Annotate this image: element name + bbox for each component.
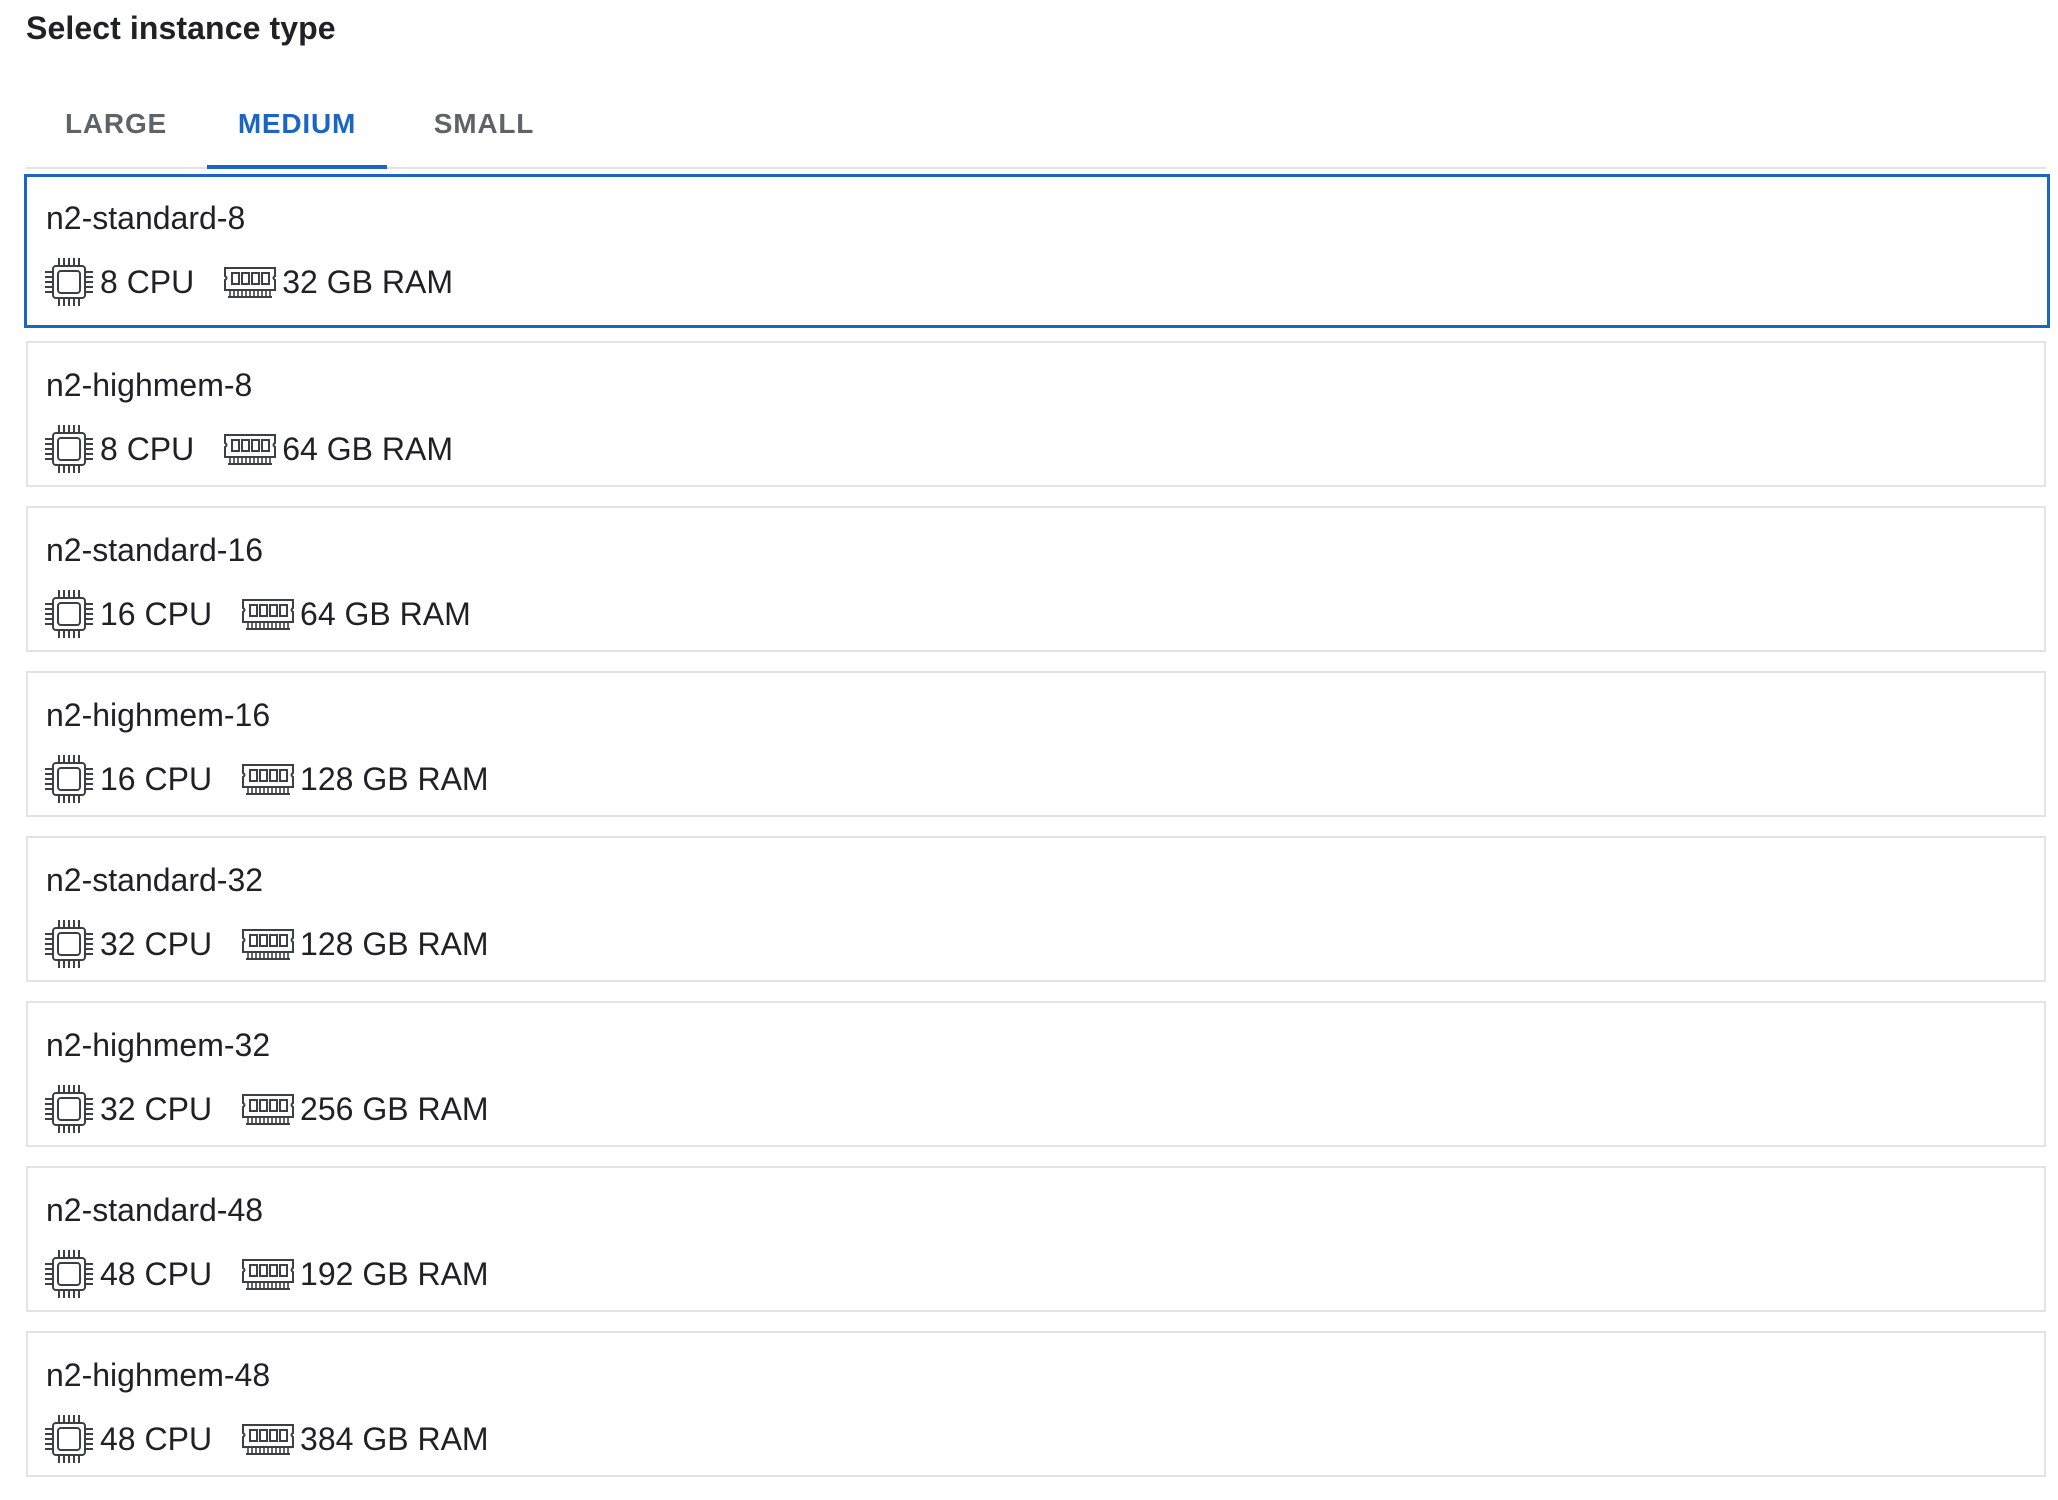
cpu-count: 48 CPU <box>100 1420 213 1457</box>
tab-small[interactable]: SMALL <box>399 80 569 167</box>
instance-specs: 48 CPU <box>44 1413 489 1465</box>
cpu-chip-icon <box>45 590 93 638</box>
memory-module-icon <box>242 1094 295 1125</box>
instance-name: n2-highmem-32 <box>46 1027 271 1063</box>
ram-amount: 64 GB RAM <box>282 430 453 467</box>
ram-spec: 128 GB RAM <box>242 926 489 963</box>
instance-card-n2-highmem-16[interactable]: n2-highmem-16 16 CPU 128 GB RAM <box>26 671 2046 817</box>
instance-card-n2-standard-32[interactable]: n2-standard-32 32 CPU 128 GB RAM <box>26 836 2046 982</box>
ram-amount: 128 GB RAM <box>300 760 489 797</box>
instance-specs: 48 CPU <box>44 1248 489 1300</box>
tab-large[interactable]: LARGE <box>36 80 196 167</box>
ram-amount: 384 GB RAM <box>300 1420 489 1457</box>
cpu-chip-icon <box>45 755 93 803</box>
cpu-chip-icon <box>45 1085 93 1133</box>
cpu-spec: 16 CPU <box>44 754 212 804</box>
cpu-count: 8 CPU <box>100 263 195 300</box>
cpu-spec: 16 CPU <box>44 589 212 639</box>
cpu-spec: 8 CPU <box>44 424 194 474</box>
instance-card-n2-highmem-48[interactable]: n2-highmem-48 48 CPU 384 GB RAM <box>26 1331 2046 1477</box>
memory-module-icon <box>224 434 277 465</box>
cpu-chip-icon <box>45 258 93 306</box>
ram-spec: 32 GB RAM <box>224 264 453 301</box>
instance-name: n2-highmem-8 <box>46 367 253 403</box>
instance-specs: 16 CPU <box>44 588 471 640</box>
active-tab-indicator <box>207 165 387 169</box>
cpu-count: 16 CPU <box>100 595 213 632</box>
instance-card-n2-highmem-32[interactable]: n2-highmem-32 32 CPU 256 GB RAM <box>26 1001 2046 1147</box>
instance-card-n2-standard-16[interactable]: n2-standard-16 16 CPU 64 GB RAM <box>26 506 2046 652</box>
instance-name: n2-standard-8 <box>46 200 246 236</box>
cpu-count: 48 CPU <box>100 1255 213 1292</box>
memory-module-icon <box>242 764 295 795</box>
cpu-spec: 32 CPU <box>44 1084 212 1134</box>
ram-spec: 128 GB RAM <box>242 761 489 798</box>
ram-spec: 192 GB RAM <box>242 1256 489 1293</box>
memory-module-icon <box>224 267 277 298</box>
ram-amount: 256 GB RAM <box>300 1090 489 1127</box>
ram-spec: 256 GB RAM <box>242 1091 489 1128</box>
memory-module-icon <box>242 1424 295 1455</box>
cpu-spec: 48 CPU <box>44 1414 212 1464</box>
cpu-count: 8 CPU <box>100 430 195 467</box>
instance-specs: 16 CPU <box>44 753 489 805</box>
instance-specs: 8 CPU <box>44 423 453 475</box>
instance-name: n2-highmem-16 <box>46 697 271 733</box>
cpu-spec: 8 CPU <box>44 257 194 307</box>
cpu-count: 16 CPU <box>100 760 213 797</box>
tab-label: MEDIUM <box>237 107 357 139</box>
page-title: Select instance type <box>26 10 336 46</box>
instance-card-n2-standard-48[interactable]: n2-standard-48 48 CPU 192 GB RAM <box>26 1166 2046 1312</box>
cpu-spec: 48 CPU <box>44 1249 212 1299</box>
ram-amount: 32 GB RAM <box>282 263 453 300</box>
instance-name: n2-standard-48 <box>46 1192 264 1228</box>
cpu-chip-icon <box>45 1250 93 1298</box>
memory-module-icon <box>242 1259 295 1290</box>
tab-label: SMALL <box>433 107 535 139</box>
ram-amount: 64 GB RAM <box>300 595 471 632</box>
memory-module-icon <box>242 599 295 630</box>
cpu-count: 32 CPU <box>100 925 213 962</box>
cpu-spec: 32 CPU <box>44 919 212 969</box>
instance-card-n2-highmem-8[interactable]: n2-highmem-8 8 CPU 64 GB RAM <box>26 341 2046 487</box>
ram-amount: 128 GB RAM <box>300 925 489 962</box>
cpu-chip-icon <box>45 425 93 473</box>
cpu-chip-icon <box>45 1415 93 1463</box>
cpu-chip-icon <box>45 920 93 968</box>
instance-name: n2-highmem-48 <box>46 1357 271 1393</box>
instance-specs: 32 CPU <box>44 918 489 970</box>
ram-spec: 64 GB RAM <box>224 431 453 468</box>
tab-medium[interactable]: MEDIUM <box>207 80 387 169</box>
cpu-count: 32 CPU <box>100 1090 213 1127</box>
instance-type-selector: Select instance type LARGE MEDIUM SMALL … <box>0 0 2058 1500</box>
instance-name: n2-standard-32 <box>46 862 264 898</box>
instance-size-tabs: LARGE MEDIUM SMALL <box>26 80 2046 169</box>
ram-spec: 64 GB RAM <box>242 596 471 633</box>
instance-specs: 32 CPU <box>44 1083 489 1135</box>
instance-name: n2-standard-16 <box>46 532 264 568</box>
ram-amount: 192 GB RAM <box>300 1255 489 1292</box>
instance-specs: 8 CPU <box>44 256 453 308</box>
ram-spec: 384 GB RAM <box>242 1421 489 1458</box>
tab-label: LARGE <box>65 107 167 139</box>
memory-module-icon <box>242 929 295 960</box>
instance-card-n2-standard-8[interactable]: n2-standard-8 8 CPU 32 GB RAM <box>24 174 2050 328</box>
